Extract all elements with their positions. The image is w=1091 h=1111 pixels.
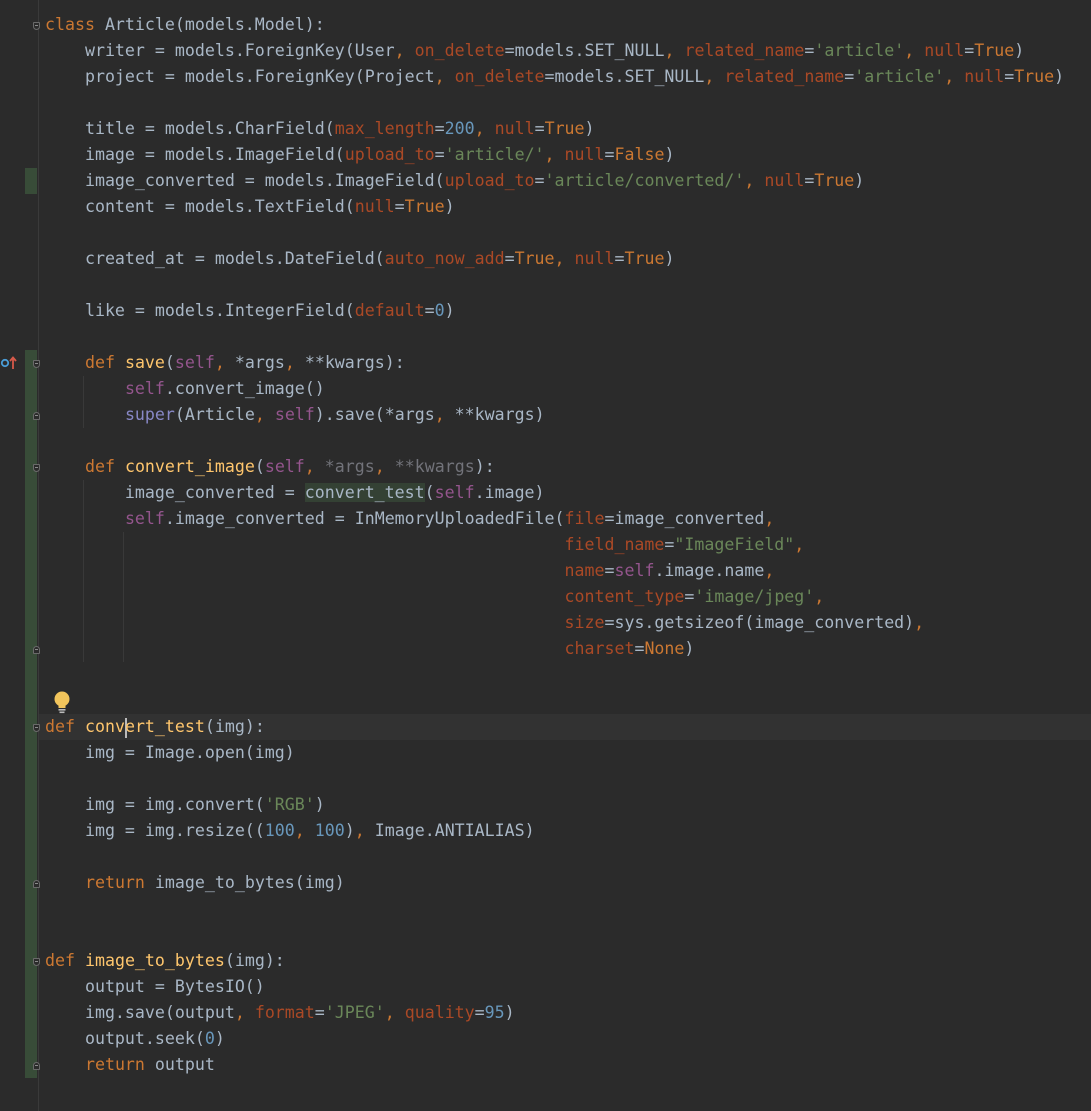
code-line[interactable]: self.image_converted = InMemoryUploadedF… — [45, 506, 774, 532]
code-line[interactable]: output = BytesIO() — [45, 974, 265, 1000]
fold-marker[interactable] — [33, 1062, 40, 1070]
code-line[interactable]: like = models.IntegerField(default=0) — [45, 298, 455, 324]
code-line[interactable]: def image_to_bytes(img): — [45, 948, 285, 974]
code-line[interactable]: class Article(models.Model): — [45, 12, 325, 38]
code-line[interactable]: image_converted = convert_test(self.imag… — [45, 480, 545, 506]
code-line[interactable]: project = models.ForeignKey(Project, on_… — [45, 64, 1064, 90]
code-line[interactable]: content = models.TextField(null=True) — [45, 194, 455, 220]
code-line[interactable]: charset=None) — [45, 636, 695, 662]
code-line[interactable]: return image_to_bytes(img) — [45, 870, 345, 896]
fold-marker[interactable] — [33, 464, 40, 472]
code-line[interactable]: img = Image.open(img) — [45, 740, 295, 766]
code-line[interactable]: self.convert_image() — [45, 376, 325, 402]
code-line[interactable]: field_name="ImageField", — [45, 532, 805, 558]
code-line[interactable]: writer = models.ForeignKey(User, on_dele… — [45, 38, 1024, 64]
gutter-divider — [38, 0, 39, 1111]
code-line[interactable]: img = img.resize((100, 100), Image.ANTIA… — [45, 818, 535, 844]
code-line[interactable]: content_type='image/jpeg', — [45, 584, 825, 610]
override-method-icon[interactable] — [0, 354, 18, 372]
code-line[interactable]: def convert_test(img): — [45, 714, 265, 740]
code-line[interactable]: image_converted = models.ImageField(uplo… — [45, 168, 864, 194]
code-line[interactable]: name=self.image.name, — [45, 558, 775, 584]
fold-marker[interactable] — [33, 880, 40, 888]
code-line[interactable]: super(Article, self).save(*args, **kwarg… — [45, 402, 545, 428]
code-line[interactable]: img.save(output, format='JPEG', quality=… — [45, 1000, 515, 1026]
code-line[interactable]: return output — [45, 1052, 215, 1078]
code-line[interactable]: image = models.ImageField(upload_to='art… — [45, 142, 675, 168]
code-line[interactable]: def save(self, *args, **kwargs): — [45, 350, 405, 376]
fold-marker[interactable] — [33, 360, 40, 368]
code-line[interactable]: created_at = models.DateField(auto_now_a… — [45, 246, 675, 272]
fold-marker[interactable] — [33, 646, 40, 654]
code-line[interactable]: title = models.CharField(max_length=200,… — [45, 116, 595, 142]
code-line[interactable]: size=sys.getsizeof(image_converted), — [45, 610, 925, 636]
lightbulb-icon[interactable] — [52, 690, 72, 714]
code-editor[interactable]: class Article(models.Model): writer = mo… — [0, 0, 1091, 1111]
fold-marker[interactable] — [33, 958, 40, 966]
code-line[interactable]: img = img.convert('RGB') — [45, 792, 325, 818]
vcs-change-marker[interactable] — [25, 168, 37, 194]
code-line[interactable]: def convert_image(self, *args, **kwargs)… — [45, 454, 495, 480]
fold-marker[interactable] — [33, 724, 40, 732]
code-line[interactable]: output.seek(0) — [45, 1026, 225, 1052]
fold-marker[interactable] — [33, 412, 40, 420]
vcs-change-marker[interactable] — [25, 350, 37, 1078]
fold-marker[interactable] — [33, 22, 40, 30]
